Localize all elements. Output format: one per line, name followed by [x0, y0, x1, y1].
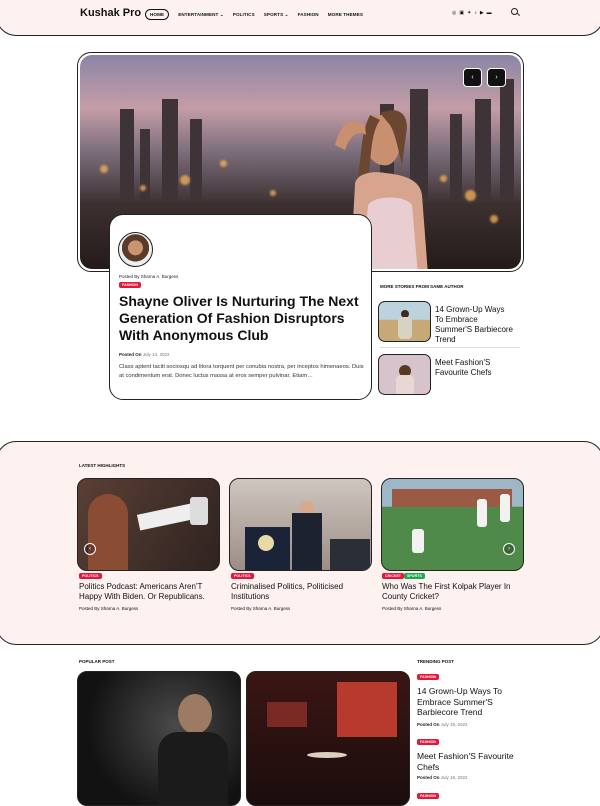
trending-2-badge[interactable]: FASHION: [417, 739, 439, 745]
trending-1-posted-label: Posted On: [417, 722, 440, 727]
highlight-3-badge-cricket[interactable]: CRICKET: [382, 573, 404, 579]
highlight-1-title[interactable]: Politics Podcast: Americans Aren'T Happy…: [79, 582, 224, 602]
highlight-card-2[interactable]: [229, 478, 372, 571]
vk-icon[interactable]: ▬: [487, 10, 492, 16]
highlights-next-button[interactable]: ›: [503, 543, 515, 555]
highlight-1-posted: Posted By Sharna A. Burgess: [79, 606, 139, 611]
latest-highlights-heading: LATEST HIGHLIGHTS: [79, 463, 126, 468]
trending-2-posted-label: Posted On: [417, 775, 440, 780]
trending-3-badge[interactable]: FASHION: [417, 793, 439, 799]
popular-card-1[interactable]: [77, 671, 241, 806]
trending-2-title[interactable]: Meet Fashion'S Favourite Chefs: [417, 751, 527, 772]
social-links: ◎ ▣ ✦ ♪ ▶ ▬: [452, 10, 492, 16]
search-icon[interactable]: [511, 8, 518, 15]
youtube-icon[interactable]: ▶: [480, 10, 484, 16]
hero-post-excerpt: Class aptent taciti sociosqu ad litora t…: [119, 364, 364, 379]
facebook-icon[interactable]: ▣: [459, 10, 464, 16]
hero-posted-on-label: Posted On: [119, 352, 142, 357]
nav-more-themes[interactable]: MORE THEMES: [328, 12, 363, 17]
site-logo[interactable]: Kushak Pro: [80, 7, 141, 19]
highlight-2-badge[interactable]: POLITICS: [231, 573, 254, 579]
highlight-3-badge-sports[interactable]: SPORTS: [404, 573, 425, 579]
hero-next-button[interactable]: ›: [487, 68, 506, 87]
hero-category-badge[interactable]: FASHION: [119, 282, 141, 288]
hero-posted-date: July 13, 2022: [142, 352, 170, 357]
more-stories-heading: MORE STORIES FROM SAME AUTHOR: [380, 284, 464, 289]
main-nav: HOME ENTERTAINMENT ⌄ POLITICS SPORTS ⌄ F…: [145, 9, 363, 20]
highlight-3-title[interactable]: Who Was The First Kolpak Player In Count…: [382, 582, 527, 602]
popular-card-2[interactable]: [246, 671, 410, 806]
nav-entertainment[interactable]: ENTERTAINMENT ⌄: [178, 12, 224, 18]
trending-1-title[interactable]: 14 Grown-Up Ways To Embrace Summer'S Bar…: [417, 686, 517, 718]
nav-fashion[interactable]: FASHION: [298, 12, 319, 17]
trending-2-date: July 18, 2022: [440, 775, 468, 780]
site-header: Kushak Pro HOME ENTERTAINMENT ⌄ POLITICS…: [0, 0, 600, 36]
more-story-thumb-2[interactable]: [378, 354, 431, 395]
tiktok-icon[interactable]: ♪: [474, 10, 477, 16]
trending-1-date: July 18, 2022: [440, 722, 468, 727]
highlight-1-badge[interactable]: POLITICS: [79, 573, 102, 579]
hero-prev-button[interactable]: ‹: [463, 68, 482, 87]
twitter-icon[interactable]: ✦: [467, 10, 471, 16]
hero-posted-by: Posted By Sharna A. Burgess: [119, 274, 179, 279]
more-story-title-1[interactable]: 14 Grown-Up Ways To Embrace Summer'S Bar…: [435, 305, 515, 345]
author-avatar[interactable]: [118, 232, 153, 267]
highlight-card-1[interactable]: ‹: [77, 478, 220, 571]
nav-home[interactable]: HOME: [145, 9, 170, 20]
highlights-prev-button[interactable]: ‹: [84, 543, 96, 555]
hero-post-title[interactable]: Shayne Oliver Is Nurturing The Next Gene…: [119, 293, 365, 344]
instagram-icon[interactable]: ◎: [452, 10, 456, 16]
highlight-card-3[interactable]: ›: [381, 478, 524, 571]
highlight-2-posted: Posted By Sharna A. Burgess: [231, 606, 291, 611]
nav-sports[interactable]: SPORTS ⌄: [264, 12, 289, 18]
nav-politics[interactable]: POLITICS: [233, 12, 255, 17]
trending-post-heading: TRENDING POST: [417, 659, 455, 664]
trending-1-badge[interactable]: FASHION: [417, 674, 439, 680]
more-story-thumb-1[interactable]: [378, 301, 431, 342]
highlight-2-title[interactable]: Criminalised Politics, Politicised Insti…: [231, 582, 376, 602]
highlight-3-posted: Posted By Sharna A. Burgess: [382, 606, 442, 611]
more-story-title-2[interactable]: Meet Fashion'S Favourite Chefs: [435, 358, 515, 378]
popular-post-heading: POPULAR POST: [79, 659, 115, 664]
